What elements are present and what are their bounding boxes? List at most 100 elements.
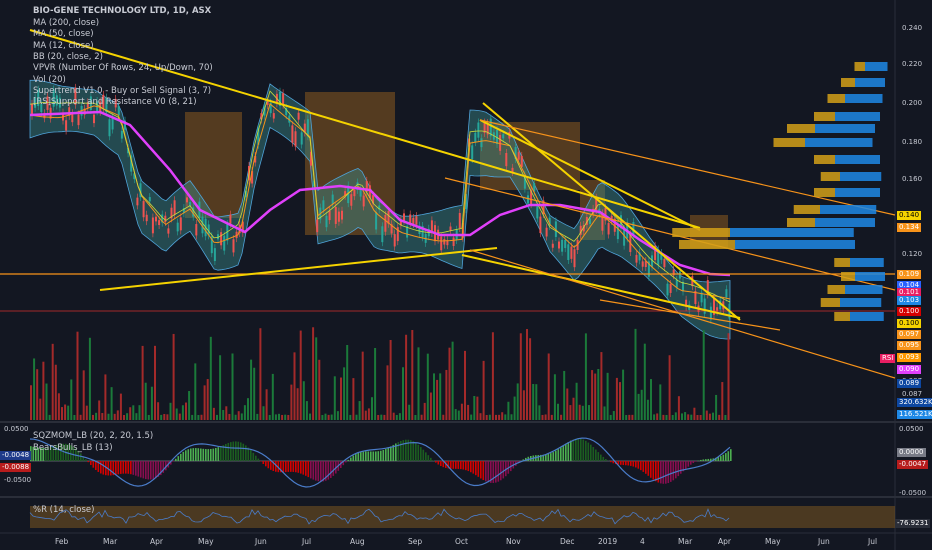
sqz-bar	[242, 443, 245, 461]
candle	[443, 239, 446, 245]
sqz-bar	[695, 461, 697, 462]
sqz-bar	[217, 447, 220, 461]
sqz-bar	[315, 461, 317, 481]
volume-bar	[625, 414, 628, 420]
sqz-bar	[645, 461, 647, 474]
candle	[325, 215, 328, 228]
sqz-bar	[195, 448, 197, 461]
sqz-bar	[710, 458, 712, 461]
volume-bar	[702, 330, 705, 420]
sqz-bar	[452, 461, 455, 469]
volume-bar	[343, 367, 346, 420]
sqz-bar	[350, 457, 352, 461]
legend-item[interactable]: MA (200, close)	[33, 18, 99, 29]
volume-bar	[132, 405, 135, 420]
volume-bar	[309, 413, 311, 420]
legend-item[interactable]: VPVR (Number Of Rows, 24, Up/Down, 70)	[33, 63, 213, 74]
volume-bar	[340, 377, 342, 420]
volume-bar	[498, 414, 501, 420]
sqz-bar	[125, 461, 127, 474]
legend-item[interactable]: MA (12, close)	[33, 41, 94, 52]
volume-bar	[516, 383, 519, 420]
legend-item[interactable]: [RS]Support and Resistance V0 (8, 21)	[33, 97, 197, 108]
sqz-bar	[212, 448, 215, 461]
volume-bar	[380, 414, 383, 420]
legend-item[interactable]: Vol (20)	[33, 75, 66, 86]
sqz-bar	[87, 461, 90, 463]
vpvr-bar	[855, 78, 885, 87]
volume-bar	[336, 411, 339, 420]
volume-bar	[45, 383, 48, 420]
time-axis-label: Apr	[718, 537, 731, 546]
vpvr-bar	[815, 218, 875, 227]
sqz-bar	[457, 461, 460, 469]
legend-item[interactable]: BB (20, close, 2)	[33, 52, 103, 63]
volume-bar	[473, 395, 476, 420]
volume-bar	[464, 350, 466, 420]
volume-bar	[671, 414, 674, 420]
sqz-bar	[295, 461, 297, 473]
sqz-bar	[117, 461, 120, 475]
volume-bar	[643, 343, 646, 420]
sqz-left-mid2: -0.0088	[0, 463, 32, 472]
volume-bar	[684, 412, 687, 420]
sqz-bar	[485, 461, 487, 482]
volume-bar	[88, 337, 91, 420]
sqz-bar	[347, 459, 350, 461]
volume-bar	[333, 376, 336, 420]
vpvr-bar	[850, 312, 884, 321]
candle	[142, 201, 145, 218]
candle	[176, 222, 179, 232]
vpvr-bar	[845, 285, 883, 294]
volume-bar	[185, 402, 187, 420]
sqz-bar	[287, 461, 290, 472]
sqz-bar	[625, 461, 627, 466]
volume-bar	[163, 413, 166, 420]
volume-bar	[209, 336, 212, 420]
sqz-bar	[255, 455, 257, 461]
sqz-bar	[257, 458, 260, 461]
sqz-bar	[707, 458, 710, 461]
volume-bar	[352, 378, 355, 420]
volume-bar	[708, 413, 711, 420]
volume-bar	[405, 334, 408, 420]
volume-bar	[302, 381, 305, 420]
volume-bar	[150, 386, 153, 420]
vpvr-bar	[834, 258, 850, 267]
volume-bar	[457, 410, 460, 420]
volume-bar	[547, 353, 550, 420]
volume-bar	[318, 359, 321, 420]
volume-bar	[488, 414, 491, 420]
volume-bar	[33, 358, 36, 420]
price-tag: 0.100	[897, 307, 922, 316]
sqz-bar	[80, 453, 82, 461]
volume-bar	[346, 344, 349, 420]
sqz-bar	[382, 449, 385, 461]
sqz-bar	[585, 440, 587, 461]
candle	[328, 210, 331, 221]
legend-item[interactable]: Supertrend V1.0 - Buy or Sell Signal (3,…	[33, 86, 211, 97]
time-axis-label: Dec	[560, 537, 575, 546]
time-axis-label: Sep	[408, 537, 423, 546]
sqz-bar	[375, 451, 377, 461]
legend-item[interactable]: MA (50, close)	[33, 29, 94, 40]
candle	[536, 206, 539, 219]
volume-bar	[113, 413, 116, 420]
sqz-bar	[417, 444, 420, 461]
volume-bar	[237, 411, 240, 420]
sqz-bar	[547, 453, 550, 461]
sqz-bar	[185, 450, 187, 461]
sqz-bar	[460, 461, 462, 470]
sqz-bar	[352, 455, 355, 461]
volume-bar	[606, 372, 609, 420]
chart-canvas[interactable]	[0, 0, 932, 550]
vpvr-bar	[815, 124, 875, 133]
sqz-bar	[237, 441, 240, 461]
candle	[151, 217, 154, 234]
sqz-bar	[132, 461, 135, 475]
candle	[573, 249, 576, 268]
sqz-bar	[90, 461, 92, 466]
volume-bar	[640, 389, 643, 420]
volume-bar	[402, 367, 404, 420]
candle	[545, 227, 548, 237]
